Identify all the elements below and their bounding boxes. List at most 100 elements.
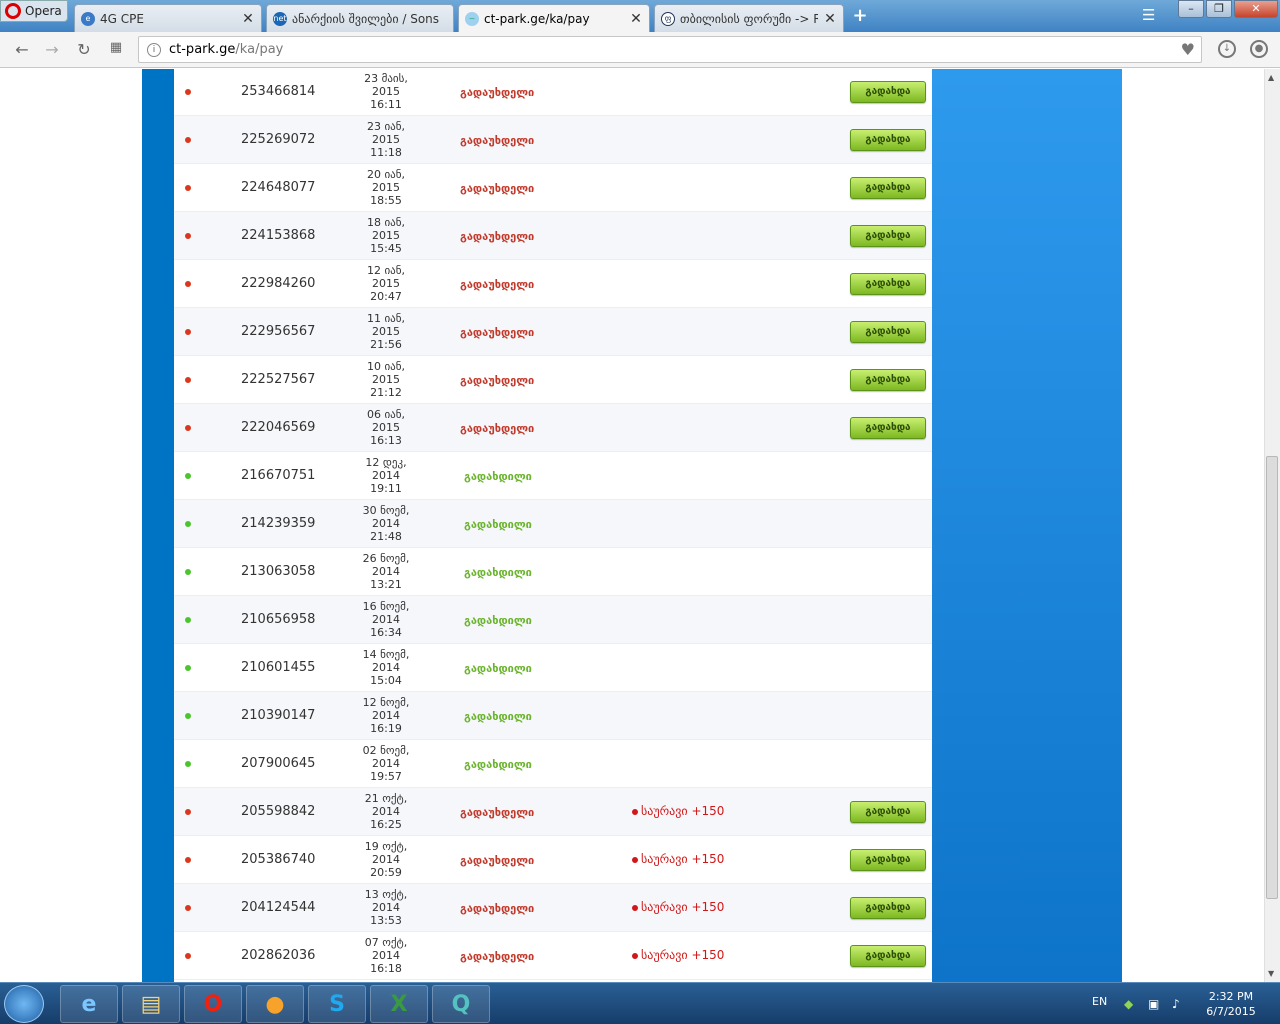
language-indicator[interactable]: EN	[1092, 995, 1107, 1008]
tab-4g-cpe[interactable]: e 4G CPE ✕	[74, 4, 262, 32]
payment-row: 253466814 23 მაის, 2015 16:11 გადაუხდელი გადა…	[174, 69, 932, 116]
system-clock[interactable]: 2:32 PM 6/7/2015	[1196, 989, 1266, 1019]
reload-icon[interactable]: ↻	[74, 40, 94, 59]
status-dot-icon	[185, 713, 191, 719]
pay-button[interactable]: გადახდა	[850, 945, 926, 967]
status-dot-icon	[185, 137, 191, 143]
forward-icon[interactable]: →	[42, 40, 62, 59]
date-day: 23 იან,	[366, 120, 406, 133]
date-year: 2014	[372, 901, 400, 914]
scroll-up-icon[interactable]: ▲	[1268, 73, 1274, 82]
tab-tbilisi-forum[interactable]: ფ თბილისის ფორუმი -> Re ✕	[654, 4, 844, 32]
start-button[interactable]	[4, 985, 44, 1023]
close-window-icon[interactable]: ✕	[1234, 0, 1278, 18]
right-blue-column	[932, 69, 1122, 982]
browser-taskbar-icon[interactable]: ●	[246, 985, 304, 1023]
pay-button[interactable]: გადახდა	[850, 417, 926, 439]
tab-title: 4G CPE	[100, 11, 144, 26]
close-tab-icon[interactable]: ✕	[629, 11, 643, 27]
ticket-number: 214239359	[241, 516, 316, 531]
status-dot-icon	[185, 329, 191, 335]
date-time: 19:57	[370, 770, 402, 783]
pay-button[interactable]: გადახდა	[850, 321, 926, 343]
security-tray-icon[interactable]: ◆	[1124, 997, 1133, 1011]
pay-button[interactable]: გადახდა	[850, 897, 926, 919]
pay-button[interactable]: გადახდა	[850, 81, 926, 103]
pay-button[interactable]: გადახდა	[850, 849, 926, 871]
scrollbar-thumb[interactable]	[1266, 456, 1278, 899]
url-host: ct-park.ge	[169, 42, 236, 57]
account-icon[interactable]: ●	[1250, 40, 1268, 58]
close-tab-icon[interactable]: ✕	[241, 11, 255, 27]
pay-button[interactable]: გადახდა	[850, 801, 926, 823]
payment-row: 205598842 21 ოქტ, 2014 16:25 გადაუხდელი საურა…	[174, 788, 932, 836]
date-year: 2014	[372, 661, 400, 674]
ticket-number: 210390147	[241, 708, 316, 723]
status-dot-icon	[185, 521, 191, 527]
status-dot-icon	[185, 665, 191, 671]
opera-logo-icon	[5, 3, 21, 19]
date-day: 19 ოქტ,	[364, 840, 408, 853]
payment-status: გადაუხდელი	[460, 326, 535, 339]
date-year: 2014	[372, 469, 400, 482]
tab-sons-of-anarchy[interactable]: net ანარქიის შვილები / Sons	[266, 4, 454, 32]
payment-status: გადაუხდელი	[460, 182, 535, 195]
bookmark-heart-icon[interactable]: ♥	[1181, 40, 1195, 59]
network-tray-icon[interactable]: ▣	[1148, 997, 1159, 1011]
payment-status: გადაუხდელი	[460, 278, 535, 291]
pay-button[interactable]: გადახდა	[850, 273, 926, 295]
ticket-number: 202862036	[241, 948, 316, 963]
tab-menu-icon[interactable]: ☰	[1142, 6, 1155, 24]
browser-toolbar: ← → ↻ ▦ i ct-park.ge/ka/pay ♥ ↓ ●	[0, 32, 1280, 68]
internet-explorer-icon[interactable]: e	[60, 985, 118, 1023]
date-year: 2014	[372, 613, 400, 626]
date-day: 20 იან,	[366, 168, 406, 181]
date-year: 2015	[372, 229, 400, 242]
opera-menu-button[interactable]: Opera	[0, 0, 68, 22]
address-bar[interactable]: i ct-park.ge/ka/pay ♥	[138, 36, 1202, 63]
new-tab-button[interactable]: +	[848, 6, 872, 28]
date-day: 07 ოქტ,	[364, 936, 408, 949]
minimize-icon[interactable]: –	[1178, 0, 1204, 18]
back-icon[interactable]: ←	[12, 40, 32, 59]
status-dot-icon	[185, 425, 191, 431]
excel-icon[interactable]: X	[370, 985, 428, 1023]
payment-status: გადაუხდელი	[460, 86, 535, 99]
app-q-icon[interactable]: Q	[432, 985, 490, 1023]
opera-taskbar-icon[interactable]: O	[184, 985, 242, 1023]
pay-button[interactable]: გადახდა	[850, 177, 926, 199]
payment-row: 222956567 11 იან, 2015 21:56 გადაუხდელი გადახ…	[174, 308, 932, 356]
close-tab-icon[interactable]: ✕	[823, 11, 837, 27]
pay-button[interactable]: გადახდა	[850, 369, 926, 391]
payment-status: გადაუხდელი	[460, 806, 535, 819]
site-info-icon[interactable]: i	[147, 42, 161, 57]
penalty-dot-icon	[632, 856, 638, 863]
payment-status: გადაუხდელი	[460, 854, 535, 867]
ticket-date: 02 ნოემ, 2014 19:57	[360, 744, 412, 783]
date-time: 19:11	[370, 482, 402, 495]
scroll-down-icon[interactable]: ▼	[1268, 969, 1274, 978]
payment-status: გადაუხდელი	[460, 134, 535, 147]
payment-status: გადახდილი	[464, 758, 532, 771]
date-time: 20:47	[370, 290, 402, 303]
ct-park-icon: ~	[465, 11, 479, 26]
maximize-icon[interactable]: ❐	[1206, 0, 1232, 18]
download-icon[interactable]: ↓	[1218, 40, 1236, 58]
tab-ct-park[interactable]: ~ ct-park.ge/ka/pay ✕	[458, 4, 650, 32]
penalty-text: საურავი +150	[641, 948, 725, 962]
ticket-number: 253466814	[241, 84, 316, 99]
file-explorer-icon[interactable]: ▤	[122, 985, 180, 1023]
skype-icon[interactable]: S	[308, 985, 366, 1023]
ticket-date: 10 იან, 2015 21:12	[360, 360, 412, 399]
payment-row: 214239359 30 ნოემ, 2014 21:48 გადახდილი	[174, 500, 932, 548]
pay-button[interactable]: გადახდა	[850, 129, 926, 151]
pay-button[interactable]: გადახდა	[850, 225, 926, 247]
date-time: 11:18	[370, 146, 402, 159]
payment-status: გადახდილი	[464, 614, 532, 627]
date-year: 2014	[372, 709, 400, 722]
ticket-date: 13 ოქტ, 2014 13:53	[360, 888, 412, 927]
speed-dial-icon[interactable]: ▦	[106, 40, 126, 55]
date-year: 2015	[372, 373, 400, 386]
volume-tray-icon[interactable]: ♪	[1172, 997, 1180, 1011]
payment-row: 210390147 12 ნოემ, 2014 16:19 გადახდილი	[174, 692, 932, 740]
